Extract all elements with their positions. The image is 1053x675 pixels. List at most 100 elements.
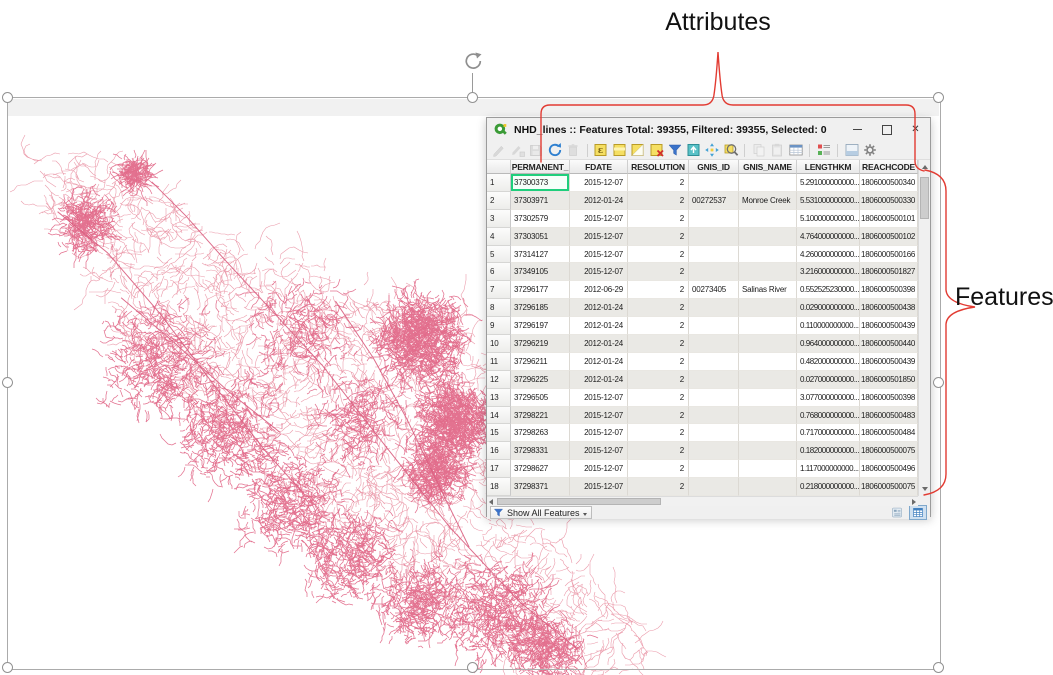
cell-lengthkm[interactable]: 3.216000000000...	[797, 263, 860, 281]
cell-reachcode[interactable]: 1806000500102	[860, 228, 918, 246]
cell-gnis_name[interactable]	[739, 246, 797, 264]
delete-selected-icon[interactable]	[565, 142, 581, 158]
cell-gnis_name[interactable]	[739, 371, 797, 389]
cell-resolution[interactable]: 2	[628, 228, 689, 246]
cell-gnis_id[interactable]: 00272537	[689, 192, 739, 210]
selection-handle-bottom-center[interactable]	[467, 662, 478, 673]
cell-permanent_[interactable]: 37296225	[511, 371, 570, 389]
window-titlebar[interactable]: NHD_lines :: Features Total: 39355, Filt…	[487, 118, 930, 141]
row-number-cell[interactable]: 8	[487, 299, 511, 317]
cell-permanent_[interactable]: 37314127	[511, 246, 570, 264]
column-header-resolution[interactable]: RESOLUTION	[628, 160, 689, 174]
selection-handle-top-left[interactable]	[2, 92, 13, 103]
move-selection-top-icon[interactable]	[686, 142, 702, 158]
row-number-cell[interactable]: 18	[487, 478, 511, 496]
cell-reachcode[interactable]: 1806000500075	[860, 442, 918, 460]
cell-fdate[interactable]: 2012-01-24	[570, 192, 628, 210]
cell-lengthkm[interactable]: 5.100000000000...	[797, 210, 860, 228]
cell-gnis_id[interactable]	[689, 407, 739, 425]
cell-gnis_id[interactable]: 00273405	[689, 281, 739, 299]
copy-selection-icon[interactable]	[751, 142, 767, 158]
cell-permanent_[interactable]: 37296185	[511, 299, 570, 317]
scroll-up-arrow[interactable]	[919, 160, 930, 174]
deselect-all-icon[interactable]	[649, 142, 665, 158]
minimize-button[interactable]	[843, 119, 872, 140]
cell-gnis_name[interactable]	[739, 460, 797, 478]
row-number-cell[interactable]: 4	[487, 228, 511, 246]
column-header-lengthkm[interactable]: LENGTHKM	[797, 160, 860, 174]
cell-gnis_id[interactable]	[689, 246, 739, 264]
cell-resolution[interactable]: 2	[628, 281, 689, 299]
new-field-icon[interactable]	[788, 142, 804, 158]
cell-reachcode[interactable]: 1806000500398	[860, 281, 918, 299]
reload-table-icon[interactable]	[547, 142, 563, 158]
cell-permanent_[interactable]: 37296177	[511, 281, 570, 299]
cell-resolution[interactable]: 2	[628, 335, 689, 353]
row-number-cell[interactable]: 1	[487, 174, 511, 192]
cell-fdate[interactable]: 2012-01-24	[570, 371, 628, 389]
cell-lengthkm[interactable]: 0.768000000000...	[797, 407, 860, 425]
cell-resolution[interactable]: 2	[628, 407, 689, 425]
cell-resolution[interactable]: 2	[628, 389, 689, 407]
invert-selection-icon[interactable]	[630, 142, 646, 158]
row-number-cell[interactable]: 15	[487, 424, 511, 442]
cell-reachcode[interactable]: 1806000500484	[860, 424, 918, 442]
cell-gnis_name[interactable]	[739, 407, 797, 425]
cell-fdate[interactable]: 2015-12-07	[570, 442, 628, 460]
cell-reachcode[interactable]: 1806000500439	[860, 317, 918, 335]
cell-gnis_name[interactable]	[739, 424, 797, 442]
cell-gnis_id[interactable]	[689, 389, 739, 407]
column-header-permanent_[interactable]: PERMANENT_	[511, 160, 570, 174]
cell-lengthkm[interactable]: 0.717000000000...	[797, 424, 860, 442]
cell-fdate[interactable]: 2015-12-07	[570, 460, 628, 478]
column-header-reachcode[interactable]: REACHCODE	[860, 160, 918, 174]
cell-fdate[interactable]: 2015-12-07	[570, 478, 628, 496]
cell-gnis_id[interactable]	[689, 478, 739, 496]
features-annotation-label[interactable]: Features	[955, 283, 1053, 312]
cell-fdate[interactable]: 2015-12-07	[570, 246, 628, 264]
cell-reachcode[interactable]: 1806000500330	[860, 192, 918, 210]
cell-fdate[interactable]: 2015-12-07	[570, 263, 628, 281]
scroll-right-arrow[interactable]	[910, 498, 918, 506]
row-number-cell[interactable]: 13	[487, 389, 511, 407]
cell-permanent_[interactable]: 37298263	[511, 424, 570, 442]
rotate-handle-icon[interactable]	[461, 50, 485, 79]
cell-fdate[interactable]: 2015-12-07	[570, 389, 628, 407]
cell-reachcode[interactable]: 1806000501850	[860, 371, 918, 389]
cell-gnis_name[interactable]	[739, 335, 797, 353]
horizontal-scrollbar[interactable]	[487, 496, 918, 506]
cell-permanent_[interactable]: 37349105	[511, 263, 570, 281]
cell-reachcode[interactable]: 1806000500439	[860, 353, 918, 371]
cell-resolution[interactable]: 2	[628, 299, 689, 317]
cell-reachcode[interactable]: 1806000501827	[860, 263, 918, 281]
cell-permanent_[interactable]: 37296197	[511, 317, 570, 335]
cell-lengthkm[interactable]: 5.291000000000...	[797, 174, 860, 192]
cell-gnis_name[interactable]	[739, 299, 797, 317]
maximize-button[interactable]	[872, 119, 901, 140]
cell-permanent_[interactable]: 37296219	[511, 335, 570, 353]
cell-lengthkm[interactable]: 0.964000000000...	[797, 335, 860, 353]
cell-fdate[interactable]: 2015-12-07	[570, 228, 628, 246]
column-header-gnis_name[interactable]: GNIS_NAME	[739, 160, 797, 174]
select-all-icon[interactable]	[612, 142, 628, 158]
cell-fdate[interactable]: 2015-12-07	[570, 424, 628, 442]
cell-fdate[interactable]: 2012-01-24	[570, 335, 628, 353]
toggle-editing-icon[interactable]	[491, 142, 507, 158]
row-number-cell[interactable]: 14	[487, 407, 511, 425]
cell-gnis_name[interactable]	[739, 442, 797, 460]
row-number-cell[interactable]: 7	[487, 281, 511, 299]
cell-permanent_[interactable]: 37296505	[511, 389, 570, 407]
selection-handle-bottom-left[interactable]	[2, 662, 13, 673]
cell-resolution[interactable]: 2	[628, 317, 689, 335]
cell-gnis_id[interactable]	[689, 424, 739, 442]
cell-gnis_id[interactable]	[689, 335, 739, 353]
cell-gnis_name[interactable]	[739, 174, 797, 192]
cell-reachcode[interactable]: 1806000500440	[860, 335, 918, 353]
cell-gnis_id[interactable]	[689, 353, 739, 371]
cell-permanent_[interactable]: 37303051	[511, 228, 570, 246]
cell-lengthkm[interactable]: 3.077000000000...	[797, 389, 860, 407]
show-all-features-button[interactable]: Show All Features	[490, 506, 592, 519]
row-number-cell[interactable]: 10	[487, 335, 511, 353]
cell-permanent_[interactable]: 37298221	[511, 407, 570, 425]
row-number-cell[interactable]: 5	[487, 246, 511, 264]
